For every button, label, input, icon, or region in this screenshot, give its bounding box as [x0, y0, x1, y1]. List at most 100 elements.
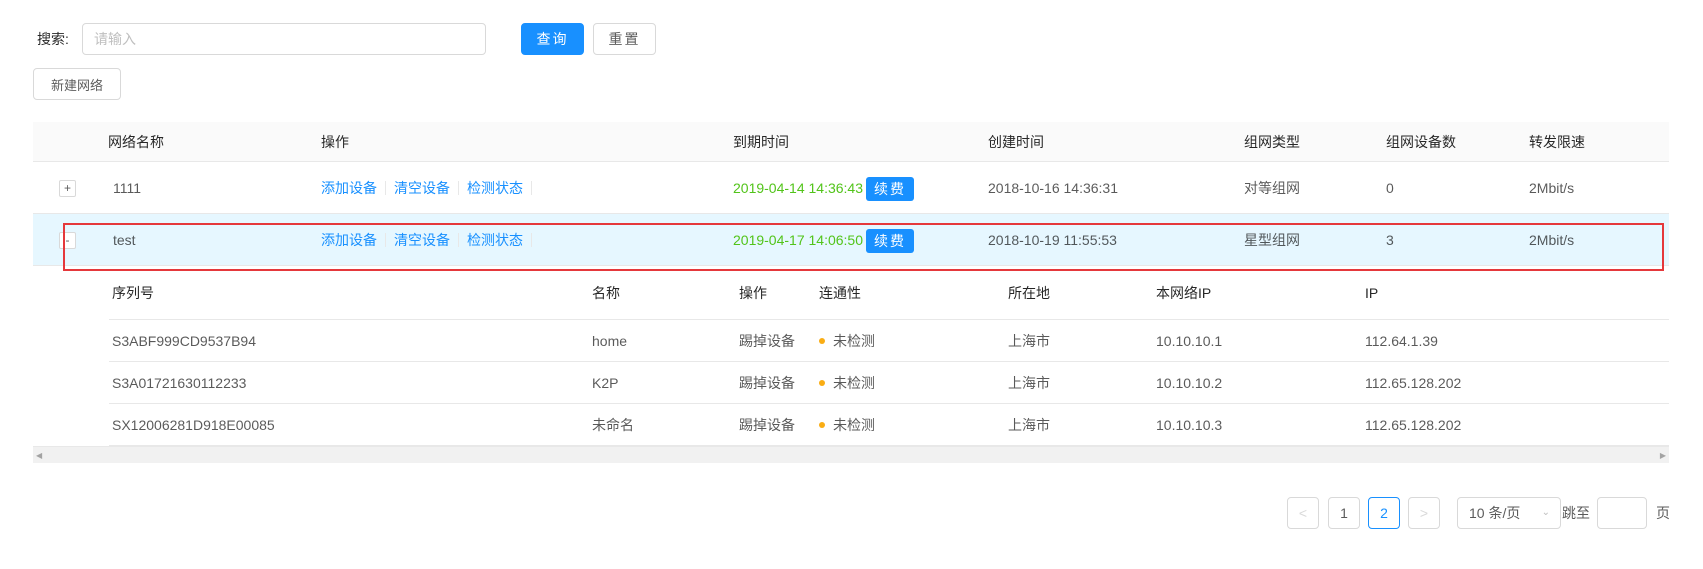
search-bar: 搜索: [37, 23, 82, 55]
chevron-down-icon: ⌄ [1541, 507, 1550, 518]
search-input[interactable] [82, 23, 486, 55]
connectivity-status: 未检测 [833, 333, 875, 349]
expire-cell: 2019-04-17 14:06:50 续费 [733, 214, 914, 266]
connectivity-cell: 未检测 [819, 320, 875, 362]
divider [458, 181, 459, 195]
device-name: K2P [592, 375, 619, 391]
clear-devices-link[interactable]: 清空设备 [394, 214, 450, 266]
device-subtable: 序列号 名称 操作 连通性 所在地 本网络IP IP S3ABF999CD953… [33, 266, 1669, 446]
expire-cell: 2019-04-14 14:36:43 续费 [733, 162, 914, 214]
column-header-name: 网络名称 [108, 134, 164, 150]
divider [385, 233, 386, 247]
divider [385, 181, 386, 195]
divider [458, 233, 459, 247]
next-page-button[interactable]: > [1408, 497, 1440, 529]
device-serial: SX12006281D918E00085 [112, 417, 275, 433]
device-count: 3 [1386, 232, 1394, 248]
page-size-value: 10 条/页 [1469, 505, 1521, 521]
prev-page-button[interactable]: < [1287, 497, 1319, 529]
table-row-selected: - test 添加设备 清空设备 检测状态 2019-04-17 14:06:5… [33, 214, 1669, 266]
pagination: < 1 2 > 10 条/页 ⌄ 跳至 页 [0, 497, 1703, 529]
sub-column-serial: 序列号 [112, 285, 154, 301]
network-table: 网络名称 操作 到期时间 创建时间 组网类型 组网设备数 转发限速 + 1111… [33, 122, 1669, 463]
column-header-limit: 转发限速 [1529, 134, 1585, 150]
sub-column-connectivity: 连通性 [819, 285, 861, 301]
device-net-ip: 10.10.10.3 [1156, 417, 1223, 433]
renew-button[interactable]: 续费 [866, 177, 914, 202]
check-status-link[interactable]: 检测状态 [467, 214, 523, 266]
device-name: home [592, 333, 628, 349]
status-dot-icon [819, 422, 825, 429]
connectivity-status: 未检测 [833, 417, 875, 433]
column-header-expire: 到期时间 [733, 134, 789, 150]
jump-label: 跳至 [1562, 505, 1590, 521]
scroll-right-icon[interactable]: ▶ [1660, 451, 1666, 460]
device-ip: 112.65.128.202 [1365, 375, 1462, 391]
page-size-select[interactable]: 10 条/页 ⌄ [1457, 497, 1561, 529]
reset-button[interactable]: 重置 [593, 23, 656, 55]
device-location: 上海市 [1008, 333, 1050, 349]
kick-device-link[interactable]: 踢掉设备 [739, 362, 795, 404]
divider [531, 181, 532, 195]
column-header-ops: 操作 [321, 134, 349, 150]
device-name: 未命名 [592, 417, 634, 433]
search-label: 搜索: [37, 31, 69, 47]
subtable-header: 序列号 名称 操作 连通性 所在地 本网络IP IP [109, 266, 1669, 320]
device-net-ip: 10.10.10.1 [1156, 333, 1223, 349]
clear-devices-link[interactable]: 清空设备 [394, 162, 450, 214]
add-device-link[interactable]: 添加设备 [321, 214, 377, 266]
page-suffix-label: 页 [1656, 505, 1670, 521]
collapse-row-button[interactable]: - [59, 232, 76, 249]
table-header: 网络名称 操作 到期时间 创建时间 组网类型 组网设备数 转发限速 [33, 122, 1669, 162]
add-device-link[interactable]: 添加设备 [321, 162, 377, 214]
scroll-left-icon[interactable]: ◀ [36, 451, 42, 460]
row-actions: 添加设备 清空设备 检测状态 [321, 214, 540, 266]
expire-time: 2019-04-17 14:06:50 [733, 232, 863, 248]
row-actions: 添加设备 清空设备 检测状态 [321, 162, 540, 214]
divider [531, 233, 532, 247]
status-dot-icon [819, 338, 825, 345]
network-name: test [113, 232, 136, 248]
speed-limit: 2Mbit/s [1529, 232, 1575, 248]
status-dot-icon [819, 380, 825, 387]
network-type: 对等组网 [1244, 180, 1300, 196]
page-1-button[interactable]: 1 [1328, 497, 1360, 529]
query-button[interactable]: 查询 [521, 23, 584, 55]
network-name: 1111 [113, 180, 142, 196]
page-2-button[interactable]: 2 [1368, 497, 1400, 529]
kick-device-link[interactable]: 踢掉设备 [739, 404, 795, 446]
device-serial: S3A01721630112233 [112, 375, 247, 391]
device-ip: 112.64.1.39 [1365, 333, 1438, 349]
table-row: + 1111 添加设备 清空设备 检测状态 2019-04-14 14:36:4… [33, 162, 1669, 214]
created-time: 2018-10-16 14:36:31 [988, 180, 1118, 196]
sub-column-ip: IP [1365, 285, 1379, 301]
device-row: S3ABF999CD9537B94 home 踢掉设备 未检测 上海市 10.1… [109, 320, 1669, 362]
sub-column-net-ip: 本网络IP [1156, 285, 1212, 301]
sub-column-name: 名称 [592, 285, 620, 301]
check-status-link[interactable]: 检测状态 [467, 162, 523, 214]
connectivity-cell: 未检测 [819, 404, 875, 446]
speed-limit: 2Mbit/s [1529, 180, 1575, 196]
column-header-created: 创建时间 [988, 134, 1044, 150]
kick-device-link[interactable]: 踢掉设备 [739, 320, 795, 362]
device-location: 上海市 [1008, 417, 1050, 433]
connectivity-cell: 未检测 [819, 362, 875, 404]
device-net-ip: 10.10.10.2 [1156, 375, 1223, 391]
connectivity-status: 未检测 [833, 375, 875, 391]
jump-page-input[interactable] [1597, 497, 1647, 529]
device-count: 0 [1386, 180, 1394, 196]
sub-column-location: 所在地 [1008, 285, 1050, 301]
new-network-button[interactable]: 新建网络 [33, 68, 121, 100]
column-header-devices: 组网设备数 [1386, 134, 1456, 150]
network-type: 星型组网 [1244, 232, 1300, 248]
device-row: SX12006281D918E00085 未命名 踢掉设备 未检测 上海市 10… [109, 404, 1669, 446]
sub-column-ops: 操作 [739, 285, 767, 301]
device-location: 上海市 [1008, 375, 1050, 391]
expand-row-button[interactable]: + [59, 180, 76, 197]
device-row: S3A01721630112233 K2P 踢掉设备 未检测 上海市 10.10… [109, 362, 1669, 404]
created-time: 2018-10-19 11:55:53 [988, 232, 1117, 248]
column-header-type: 组网类型 [1244, 134, 1300, 150]
device-serial: S3ABF999CD9537B94 [112, 333, 256, 349]
horizontal-scrollbar[interactable]: ◀ ▶ [33, 446, 1669, 463]
renew-button[interactable]: 续费 [866, 229, 914, 254]
